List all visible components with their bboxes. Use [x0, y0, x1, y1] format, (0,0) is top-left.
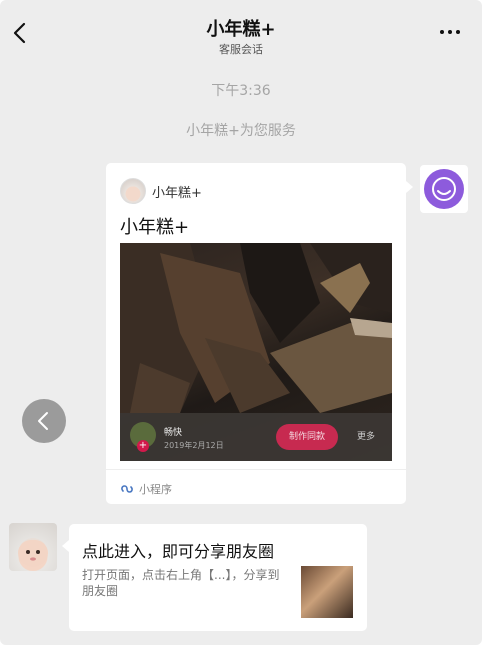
user-avatar[interactable]	[9, 523, 57, 571]
miniprogram-icon	[121, 485, 133, 493]
make-same-button: 制作同款	[276, 424, 338, 450]
service-avatar[interactable]	[420, 165, 468, 213]
author-avatar: +	[130, 422, 156, 452]
share-hint-message[interactable]: 点此进入，即可分享朋友圈 打开页面，点击右上角【...】，分享到朋友圈	[62, 524, 367, 631]
chat-subtitle: 客服会话	[219, 43, 263, 56]
message-timestamp: 下午3:36	[211, 83, 271, 99]
chevron-left-icon	[38, 412, 48, 430]
app-avatar	[120, 178, 146, 204]
card-app-name: 小年糕+	[152, 185, 202, 201]
card-preview-image: + 畅快 2019年2月12日 制作同款 更多	[120, 243, 392, 461]
baby-avatar-illustration	[18, 538, 48, 567]
service-note: 小年糕+为您服务	[186, 123, 296, 139]
chat-header: 小年糕+ 客服会话	[0, 0, 482, 62]
more-dots-icon	[440, 30, 444, 34]
more-label: 更多	[356, 432, 375, 442]
customer-service-icon	[432, 177, 456, 201]
author-name: 畅快	[164, 428, 183, 438]
floating-back-button[interactable]	[22, 399, 66, 443]
more-button[interactable]	[440, 30, 460, 34]
card-title: 小年糕+	[120, 217, 190, 238]
card-header: 小年糕+	[120, 178, 202, 204]
chat-screen: 小年糕+ 客服会话 下午3:36 小年糕+为您服务 小年糕+ 小年糕+ + 畅快…	[0, 0, 482, 645]
follow-plus-icon: +	[137, 440, 149, 452]
card-divider	[106, 469, 406, 470]
share-hint-thumbnail	[301, 566, 353, 618]
post-date: 2019年2月12日	[164, 441, 224, 450]
miniprogram-card[interactable]: 小年糕+ 小年糕+ + 畅快 2019年2月12日 制作同款 更多 小程序	[106, 163, 413, 504]
preview-action-bar: + 畅快 2019年2月12日 制作同款 更多	[120, 413, 392, 461]
miniprogram-label: 小程序	[139, 483, 172, 496]
share-hint-description: 打开页面，点击右上角【...】，分享到朋友圈	[82, 568, 280, 598]
chat-title: 小年糕+	[206, 19, 276, 40]
share-hint-title: 点此进入，即可分享朋友圈	[82, 542, 275, 561]
card-footer: 小程序	[120, 481, 172, 497]
